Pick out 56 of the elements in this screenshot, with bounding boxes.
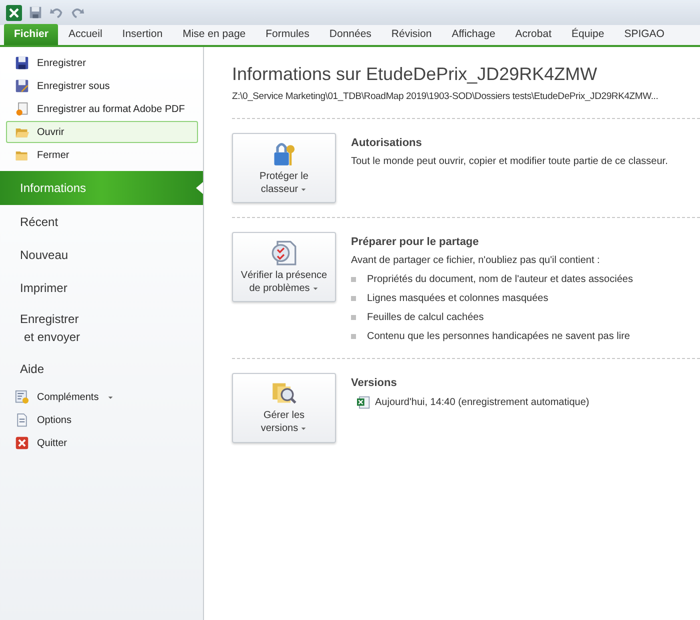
pdf-document-icon <box>15 102 29 116</box>
ribbon-tab[interactable]: Formules <box>256 24 320 45</box>
version-link[interactable]: Aujourd'hui, 14:40 (enregistrement automatique) <box>375 395 590 410</box>
bullet-icon <box>351 276 356 282</box>
section-heading: Préparer pour le partage <box>351 235 480 250</box>
section-heading: Versions <box>351 376 398 391</box>
bullet-text: Feuilles de calcul cachées <box>367 310 484 325</box>
menu-item[interactable]: Quitter <box>6 432 198 454</box>
add-ins-icon <box>15 390 29 404</box>
document-icon <box>15 413 29 427</box>
section-text: Avant de partager ce fichier, n'oubliez pas qu'il contient : <box>351 254 601 268</box>
section-heading: Autorisations <box>351 136 423 152</box>
bullet-text: Lignes masquées et colonnes masquées <box>367 292 548 306</box>
ribbon-tab[interactable]: Accueil <box>58 24 112 45</box>
file-path: Z:\0_Service Marketing\01_TDB\RoadMap 2019\1903-SOD\Dossiers tests\EtudeDePrix_JD29RK4ZMW... <box>232 90 660 104</box>
save-icon[interactable] <box>28 5 43 20</box>
ribbon-tab[interactable]: Acrobat <box>505 24 562 45</box>
sidebar-tab[interactable]: Récent <box>0 205 203 238</box>
sidebar-tab[interactable]: Aide <box>0 352 203 385</box>
bullet-icon <box>351 314 356 320</box>
bullet-text: Propriétés du document, nom de l'auteur et dates associées <box>367 272 633 287</box>
menu-item[interactable]: Fermer <box>6 144 198 166</box>
spreadsheet-file-icon <box>357 396 370 410</box>
action-button[interactable]: Gérer les versions <box>232 372 336 443</box>
sidebar-tab[interactable]: Nouveau <box>0 238 203 271</box>
action-button[interactable]: Protéger le classeur <box>232 133 336 204</box>
menu-item[interactable]: Enregistrer <box>6 52 198 74</box>
checklist-document-icon <box>271 240 297 266</box>
save-as-icon <box>15 79 29 93</box>
menu-item[interactable]: Options <box>6 409 198 431</box>
ribbon-tab[interactable]: Révision <box>381 24 442 45</box>
caret-icon <box>312 284 319 292</box>
ribbon-tab[interactable]: Données <box>319 24 382 45</box>
caret-icon <box>300 186 308 193</box>
save-icon <box>15 56 29 70</box>
action-button[interactable]: Vérifier la présence de problèmes <box>232 232 336 302</box>
close-icon <box>15 436 29 450</box>
bullet-icon <box>351 334 356 339</box>
page-title: Informations sur EtudeDePrix_JD29RK4ZMW <box>232 63 598 85</box>
spreadsheet-app-icon <box>6 4 22 20</box>
ribbon-tab[interactable]: Insertion <box>112 24 173 45</box>
menu-item[interactable]: Enregistrer au format Adobe PDF <box>6 98 198 120</box>
menu-item[interactable]: Compléments <box>6 386 198 408</box>
ribbon-tab[interactable]: Affichage <box>442 24 506 45</box>
menu-item[interactable]: Enregistrer sous <box>6 75 198 97</box>
bullet-text: Contenu que les personnes handicapées ne savent pas lire <box>367 330 630 344</box>
sidebar-tab[interactable]: Enregistrer et envoyer <box>0 304 203 352</box>
bullet-icon <box>351 296 356 301</box>
sidebar-tab[interactable]: Imprimer <box>0 271 203 304</box>
ribbon-tab[interactable]: SPIGAO <box>614 24 674 45</box>
ribbon-tab[interactable]: Mise en page <box>172 24 256 45</box>
section-text: Tout le monde peut ouvrir, copier et modifier toute partie de ce classeur. <box>351 154 668 169</box>
caret-icon <box>300 425 308 432</box>
pointer-notch <box>196 182 203 194</box>
ribbon-tab[interactable]: Équipe <box>561 24 614 45</box>
menu-item[interactable]: Ouvrir <box>6 121 198 143</box>
